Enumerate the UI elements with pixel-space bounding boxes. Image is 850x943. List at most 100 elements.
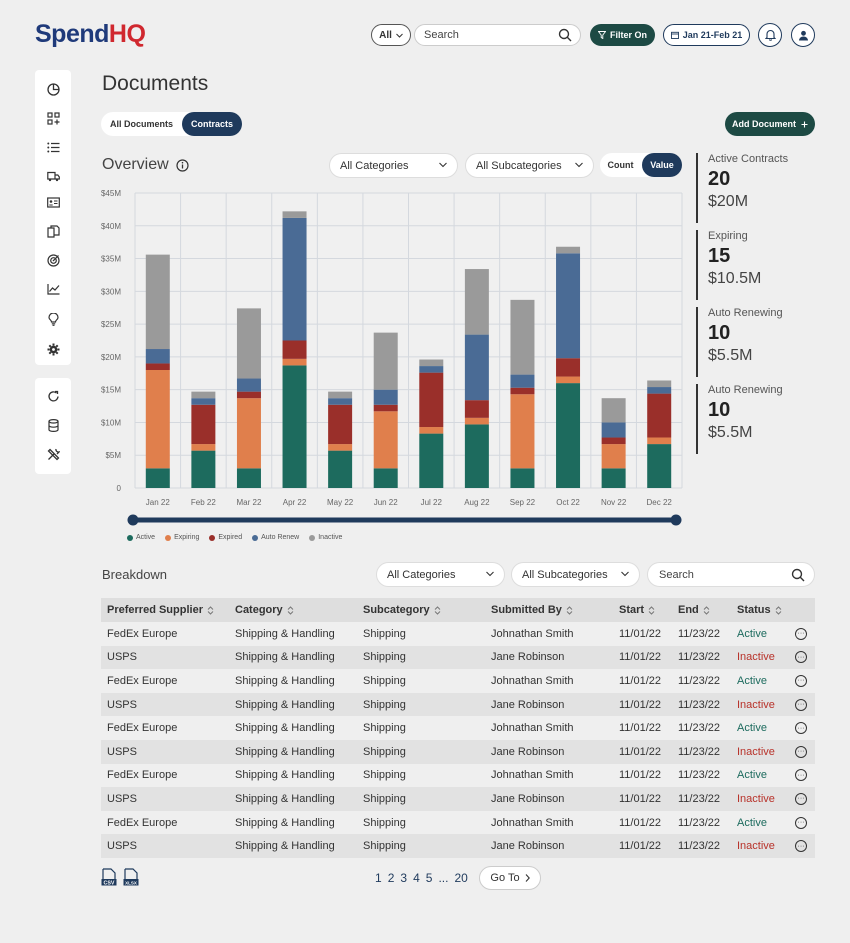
column-header[interactable]: Start [619, 604, 655, 616]
tab-contracts[interactable]: Contracts [182, 112, 243, 136]
go-to-page-button[interactable]: Go To [479, 866, 541, 890]
nav-goals[interactable] [45, 252, 61, 268]
x-tick-label: Apr 22 [283, 498, 307, 507]
notifications-button[interactable] [758, 23, 782, 47]
scope-select[interactable]: All [371, 24, 411, 46]
bar-segment [556, 376, 581, 384]
export-xlsx-button[interactable]: XLSX [123, 868, 139, 888]
table-row[interactable]: FedEx Europe Shipping & Handling Shipping J… [101, 669, 815, 693]
table-row[interactable]: USPS Shipping & Handling Shipping Jane Robi… [101, 834, 815, 858]
row-actions-button[interactable]: ··· [795, 651, 807, 664]
nav-dashboard[interactable] [45, 81, 61, 97]
bar-segment [191, 404, 216, 445]
nav-contacts[interactable] [45, 194, 61, 210]
info-icon[interactable] [176, 158, 189, 172]
bar-segment [601, 437, 626, 445]
pagination: 1 2 3 4 5... 20 [375, 871, 468, 885]
nav-data[interactable] [45, 417, 61, 433]
nav-documents[interactable] [45, 223, 61, 239]
page-link[interactable]: 1 [375, 871, 382, 885]
row-actions-button[interactable]: ··· [795, 627, 807, 640]
table-cell: Inactive [737, 698, 775, 711]
row-actions-button[interactable]: ··· [795, 674, 807, 687]
nav-insights[interactable] [45, 311, 61, 327]
row-actions-button[interactable]: ··· [795, 840, 807, 853]
column-header[interactable]: Category [235, 604, 294, 616]
nav-tools[interactable] [45, 446, 61, 462]
page-link[interactable]: 3 [400, 871, 407, 885]
column-header[interactable]: Status [737, 604, 782, 616]
page-link[interactable]: 20 [454, 871, 467, 885]
table-row[interactable]: FedEx Europe Shipping & Handling Shipping J… [101, 716, 815, 740]
table-cell: FedEx Europe [107, 627, 178, 640]
bar-segment [647, 380, 672, 388]
table-row[interactable]: FedEx Europe Shipping & Handling Shipping J… [101, 764, 815, 788]
column-header[interactable]: Subcategory [363, 604, 441, 616]
range-slider-start-handle[interactable] [127, 514, 139, 526]
sort-icon [703, 605, 710, 615]
column-header[interactable]: Preferred Supplier [107, 604, 214, 616]
stat-auto-renewing: Auto Renewing 10 $5.5M [696, 307, 806, 377]
nav-widgets[interactable] [45, 110, 61, 126]
export-csv-button[interactable]: CSV [101, 868, 117, 888]
overview-title: Overview [102, 156, 169, 173]
table-cell: Shipping [363, 745, 406, 758]
more-options-icon: ··· [795, 698, 807, 711]
bar-segment [282, 340, 307, 359]
table-row[interactable]: USPS Shipping & Handling Shipping Jane Robi… [101, 787, 815, 811]
date-range-button[interactable]: Jan 21-Feb 21 [663, 24, 750, 46]
table-row[interactable]: USPS Shipping & Handling Shipping Jane Robi… [101, 739, 815, 764]
table-cell: Johnathan Smith [491, 674, 574, 687]
x-tick-label: Aug 22 [464, 498, 490, 507]
overview-category-select[interactable]: All Categories [329, 153, 458, 178]
nav-list[interactable] [45, 139, 61, 155]
filter-label: Filter On [609, 30, 647, 40]
table-row[interactable]: USPS Shipping & Handling Shipping Jane Robi… [101, 692, 815, 717]
nav-refresh[interactable] [45, 388, 61, 404]
row-actions-button[interactable]: ··· [795, 698, 807, 711]
row-actions-button[interactable]: ··· [795, 769, 807, 782]
table-row[interactable]: FedEx Europe Shipping & Handling Shipping J… [101, 622, 815, 646]
tab-all-documents[interactable]: All Documents [101, 112, 182, 136]
nav-settings[interactable] [45, 341, 61, 357]
breakdown-category-select[interactable]: All Categories [376, 562, 505, 587]
row-actions-button[interactable]: ··· [795, 745, 807, 758]
table-header: Preferred Supplier Category Subcategory Sub… [101, 598, 815, 622]
target-icon [46, 253, 60, 267]
page-link[interactable]: 2 [388, 871, 395, 885]
add-document-button[interactable]: Add Document [725, 112, 815, 136]
page-link[interactable]: 5 [426, 871, 433, 885]
nav-analytics[interactable] [45, 281, 61, 297]
row-actions-button[interactable]: ··· [795, 816, 807, 829]
breakdown-subcategory-select[interactable]: All Subcategories [511, 562, 640, 587]
search-icon[interactable] [558, 28, 572, 42]
table-row[interactable]: FedEx Europe Shipping & Handling Shipping J… [101, 811, 815, 835]
search-icon[interactable] [791, 568, 805, 582]
spendhq-logo[interactable]: SpendHQ [35, 20, 146, 49]
table-cell: 11/23/22 [678, 792, 721, 805]
table-cell: USPS [107, 792, 137, 805]
toggle-count[interactable]: Count [600, 153, 641, 177]
row-actions-button[interactable]: ··· [795, 722, 807, 735]
bar-segment [236, 398, 261, 469]
profile-button[interactable] [791, 23, 815, 47]
toggle-value[interactable]: Value [642, 153, 682, 177]
bar-segment [373, 332, 398, 390]
breakdown-search-input[interactable]: Search [647, 562, 815, 587]
stat-label: Expiring [708, 230, 748, 242]
range-slider-end-handle[interactable] [670, 514, 682, 526]
chevron-down-icon [486, 571, 494, 577]
nav-shipping[interactable] [45, 168, 61, 184]
row-actions-button[interactable]: ··· [795, 792, 807, 805]
bar-segment [464, 269, 489, 335]
table-cell: Johnathan Smith [491, 722, 574, 735]
overview-subcategory-select[interactable]: All Subcategories [465, 153, 594, 178]
legend-label: Auto Renew [261, 534, 300, 541]
column-header[interactable]: Submitted By [491, 604, 573, 616]
filter-button[interactable]: Filter On [590, 24, 655, 46]
page-link[interactable]: 4 [413, 871, 420, 885]
table-row[interactable]: USPS Shipping & Handling Shipping Jane Robi… [101, 645, 815, 670]
column-header[interactable]: End [678, 604, 710, 616]
calendar-icon [670, 31, 679, 39]
header-search-input[interactable]: Search [414, 24, 581, 46]
